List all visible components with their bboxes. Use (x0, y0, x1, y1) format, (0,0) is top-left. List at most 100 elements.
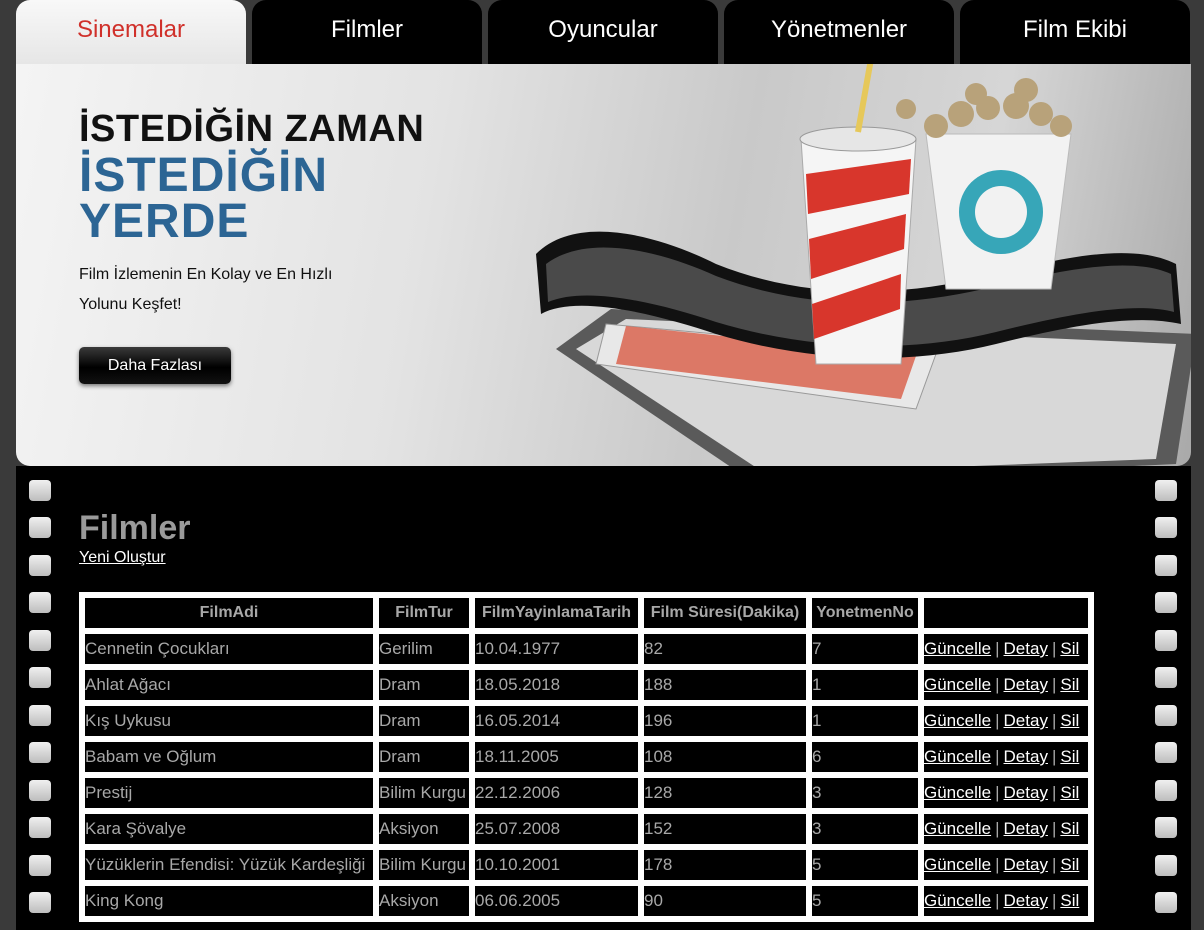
edit-link[interactable]: Güncelle (924, 855, 991, 874)
row-actions: Güncelle | Detay | Sil (924, 814, 1088, 844)
action-separator: | (995, 711, 1000, 730)
cell-yayin-tarih: 25.07.2008 (475, 814, 638, 844)
cell-filmtur: Aksiyon (379, 814, 469, 844)
film-hole (29, 630, 51, 651)
cell-filmtur: Gerilim (379, 634, 469, 664)
delete-link[interactable]: Sil (1060, 747, 1079, 766)
table-row: King Kong Aksiyon 06.06.2005 90 5 Güncelle | De… (85, 886, 1088, 916)
edit-link[interactable]: Güncelle (924, 675, 991, 694)
film-hole (1155, 817, 1177, 838)
cell-filmadi: Yüzüklerin Efendisi: Yüzük Kardeşliği (85, 850, 373, 880)
action-separator: | (995, 675, 1000, 694)
film-hole (29, 667, 51, 688)
tab-oyuncular[interactable]: Oyuncular (488, 0, 718, 64)
cell-filmtur: Aksiyon (379, 886, 469, 916)
row-actions: Güncelle | Detay | Sil (924, 742, 1088, 772)
edit-link[interactable]: Güncelle (924, 891, 991, 910)
film-hole (29, 705, 51, 726)
edit-link[interactable]: Güncelle (924, 747, 991, 766)
delete-link[interactable]: Sil (1060, 711, 1079, 730)
cell-sure: 188 (644, 670, 806, 700)
tab-filmler[interactable]: Filmler (252, 0, 482, 64)
edit-link[interactable]: Güncelle (924, 819, 991, 838)
detail-link[interactable]: Detay (1004, 675, 1048, 694)
film-hole (1155, 480, 1177, 501)
cell-filmtur: Dram (379, 742, 469, 772)
hero-subtitle: Film İzlemenin En Kolay ve En Hızlı Yolu… (79, 266, 333, 313)
col-header-sure: Film Süresi(Dakika) (644, 598, 806, 628)
edit-link[interactable]: Güncelle (924, 783, 991, 802)
film-hole (29, 855, 51, 876)
action-separator: | (995, 639, 1000, 658)
film-hole (29, 780, 51, 801)
film-hole (29, 892, 51, 913)
film-hole (29, 555, 51, 576)
delete-link[interactable]: Sil (1060, 675, 1079, 694)
tab-yonetmenler[interactable]: Yönetmenler (724, 0, 954, 64)
film-hole (29, 817, 51, 838)
film-hole (1155, 630, 1177, 651)
delete-link[interactable]: Sil (1060, 783, 1079, 802)
table-row: Prestij Bilim Kurgu 22.12.2006 128 3 Güncelle… (85, 778, 1088, 808)
detail-link[interactable]: Detay (1004, 783, 1048, 802)
film-hole (1155, 892, 1177, 913)
cell-sure: 178 (644, 850, 806, 880)
action-separator: | (1051, 747, 1057, 766)
tab-sinemalar[interactable]: Sinemalar (16, 0, 246, 64)
table-row: Yüzüklerin Efendisi: Yüzük Kardeşliği Bil… (85, 850, 1088, 880)
hero-headline-3: YERDE (79, 195, 250, 248)
edit-link[interactable]: Güncelle (924, 639, 991, 658)
delete-link[interactable]: Sil (1060, 639, 1079, 658)
detail-link[interactable]: Detay (1004, 639, 1048, 658)
col-header-filmtur: FilmTur (379, 598, 469, 628)
action-separator: | (995, 819, 1000, 838)
cell-yonetmenno: 1 (812, 670, 918, 700)
action-separator: | (995, 891, 1000, 910)
delete-link[interactable]: Sil (1060, 855, 1079, 874)
cell-yayin-tarih: 18.11.2005 (475, 742, 638, 772)
create-new-link[interactable]: Yeni Oluştur (79, 549, 166, 567)
cell-yayin-tarih: 16.05.2014 (475, 706, 638, 736)
film-hole (1155, 855, 1177, 876)
hero-headline-1: İSTEDİĞİN ZAMAN (79, 108, 425, 150)
tab-film-ekibi[interactable]: Film Ekibi (960, 0, 1190, 64)
cell-yayin-tarih: 22.12.2006 (475, 778, 638, 808)
films-section: Filmler Yeni Oluştur FilmAdi FilmTur Fil… (16, 466, 1191, 930)
table-row: Cennetin Çocukları Gerilim 10.04.1977 82 7 Gü… (85, 634, 1088, 664)
cell-filmadi: Cennetin Çocukları (85, 634, 373, 664)
cell-sure: 128 (644, 778, 806, 808)
action-separator: | (1051, 639, 1057, 658)
action-separator: | (1051, 819, 1057, 838)
film-hole (1155, 517, 1177, 538)
detail-link[interactable]: Detay (1004, 711, 1048, 730)
detail-link[interactable]: Detay (1004, 855, 1048, 874)
delete-link[interactable]: Sil (1060, 819, 1079, 838)
col-header-yayin-tarih: FilmYayinlamaTarih (475, 598, 638, 628)
cell-yonetmenno: 7 (812, 634, 918, 664)
detail-link[interactable]: Detay (1004, 891, 1048, 910)
detail-link[interactable]: Detay (1004, 819, 1048, 838)
edit-link[interactable]: Güncelle (924, 711, 991, 730)
row-actions: Güncelle | Detay | Sil (924, 634, 1088, 664)
cell-yonetmenno: 5 (812, 850, 918, 880)
cell-yayin-tarih: 10.04.1977 (475, 634, 638, 664)
action-separator: | (995, 855, 1000, 874)
cell-filmtur: Dram (379, 670, 469, 700)
cell-sure: 108 (644, 742, 806, 772)
film-hole (29, 517, 51, 538)
detail-link[interactable]: Detay (1004, 747, 1048, 766)
action-separator: | (1051, 855, 1057, 874)
action-separator: | (1051, 783, 1057, 802)
more-button[interactable]: Daha Fazlası (79, 347, 231, 384)
cell-filmadi: Kara Şövalye (85, 814, 373, 844)
action-separator: | (1051, 891, 1057, 910)
film-hole (29, 592, 51, 613)
cell-filmtur: Bilim Kurgu (379, 850, 469, 880)
film-hole (1155, 667, 1177, 688)
delete-link[interactable]: Sil (1060, 891, 1079, 910)
row-actions: Güncelle | Detay | Sil (924, 706, 1088, 736)
film-hole (1155, 780, 1177, 801)
film-hole (1155, 705, 1177, 726)
cell-filmtur: Bilim Kurgu (379, 778, 469, 808)
film-hole (1155, 742, 1177, 763)
